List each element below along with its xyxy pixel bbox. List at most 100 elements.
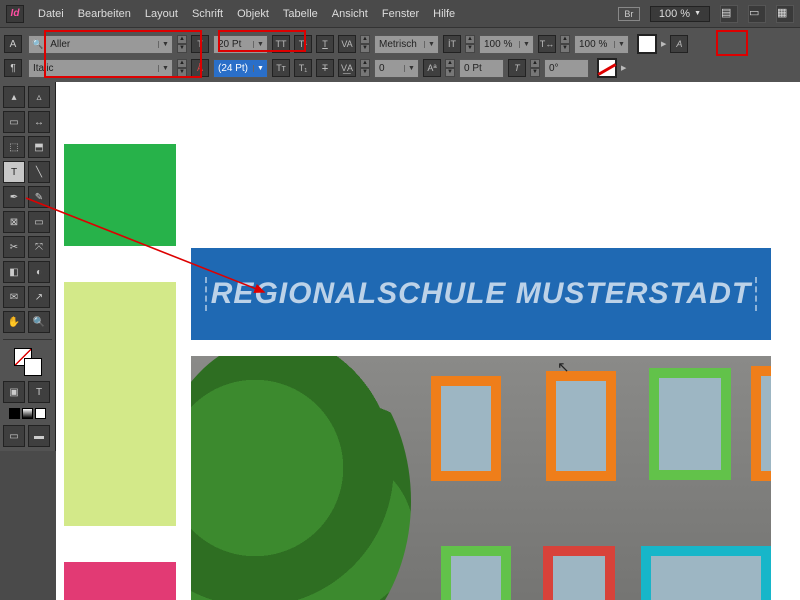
apply-color[interactable]: [9, 408, 20, 419]
shape-green[interactable]: [64, 144, 176, 246]
gradient-feather-tool[interactable]: ◐: [28, 261, 50, 283]
pencil-tool[interactable]: ✎: [28, 186, 50, 208]
baseline-spinner[interactable]: ▲▼: [445, 59, 455, 77]
bridge-button[interactable]: Br: [618, 7, 640, 21]
font-family-dropdown[interactable]: 🔍 Aller ▼: [28, 35, 173, 54]
stroke-color-swatch[interactable]: [597, 58, 617, 78]
control-bar: A 🔍 Aller ▼ ▲▼ T 20 Pt▼ TT T¹ T VA ▲▼ Me…: [0, 28, 800, 87]
kerning-spinner[interactable]: ▲▼: [360, 35, 370, 53]
arrange-docs-icon[interactable]: ▦: [776, 5, 794, 23]
document-canvas[interactable]: REGIONALSCHULE MUSTERSTADT ↖: [56, 82, 800, 600]
scale-h-dropdown[interactable]: 100 %▼: [574, 35, 629, 54]
font-size-dropdown[interactable]: 20 Pt▼: [213, 35, 268, 54]
shape-lime[interactable]: [64, 282, 176, 526]
preview-view-icon[interactable]: ▬: [28, 425, 50, 447]
page-tool[interactable]: ▭: [3, 111, 25, 133]
leading-dropdown[interactable]: (24 Pt)▼: [213, 59, 268, 78]
smallcaps-icon[interactable]: Tᴛ: [272, 59, 290, 77]
title-banner[interactable]: REGIONALSCHULE MUSTERSTADT: [191, 248, 771, 340]
leading-icon: Å: [191, 59, 209, 77]
scale-v-dropdown[interactable]: 100 %▼: [479, 35, 534, 54]
allcaps-icon[interactable]: TT: [272, 35, 290, 53]
type-tool[interactable]: T: [3, 161, 25, 183]
font-style-dropdown[interactable]: Italic▼: [28, 59, 173, 78]
scale-v-value: 100 %: [480, 39, 519, 50]
baseline-value: 0 Pt: [460, 63, 503, 74]
menu-schrift[interactable]: Schrift: [192, 8, 223, 20]
tracking-dropdown[interactable]: 0▼: [374, 59, 419, 78]
pen-tool[interactable]: ✒: [3, 186, 25, 208]
gradient-swatch-tool[interactable]: ◧: [3, 261, 25, 283]
format-text-icon[interactable]: T: [28, 381, 50, 403]
font-style-value: Italic: [29, 63, 158, 74]
transform-tool[interactable]: ⤧: [28, 236, 50, 258]
scale-v-spinner[interactable]: ▲▼: [465, 35, 475, 53]
rect-tool[interactable]: ▭: [28, 211, 50, 233]
leading-spinner[interactable]: ▲▼: [177, 59, 187, 77]
underline-icon[interactable]: T: [316, 35, 334, 53]
rect-frame-tool[interactable]: ⊠: [3, 211, 25, 233]
font-size-value: 20 Pt: [214, 39, 253, 50]
kerning-value: Metrisch: [375, 39, 424, 50]
direct-select-tool[interactable]: ▵: [28, 86, 50, 108]
scale-h-value: 100 %: [575, 39, 614, 50]
zoom-value: 100 %: [659, 8, 690, 20]
color-mode-row: [3, 408, 52, 419]
line-tool[interactable]: ╲: [28, 161, 50, 183]
menu-tabelle[interactable]: Tabelle: [283, 8, 318, 20]
menubar: Id Datei Bearbeiten Layout Schrift Objek…: [0, 0, 800, 28]
note-tool[interactable]: ✉: [3, 286, 25, 308]
menu-layout[interactable]: Layout: [145, 8, 178, 20]
window-green: [649, 368, 731, 480]
menu-fenster[interactable]: Fenster: [382, 8, 419, 20]
menu-bearbeiten[interactable]: Bearbeiten: [78, 8, 131, 20]
fill-stroke-swatch[interactable]: [14, 348, 42, 376]
menu-hilfe[interactable]: Hilfe: [433, 8, 455, 20]
selection-tool[interactable]: ▴: [3, 86, 25, 108]
window-orange-2: [546, 371, 616, 481]
kerning-icon: VA: [338, 35, 356, 53]
menu-objekt[interactable]: Objekt: [237, 8, 269, 20]
superscript-icon[interactable]: T¹: [294, 35, 312, 53]
zoom-dropdown[interactable]: 100 %▼: [650, 6, 710, 22]
zoom-tool[interactable]: 🔍: [28, 311, 50, 333]
skew-field[interactable]: 0°: [544, 59, 589, 78]
scale-h-spinner[interactable]: ▲▼: [560, 35, 570, 53]
hand-tool[interactable]: ✋: [3, 311, 25, 333]
menu-ansicht[interactable]: Ansicht: [332, 8, 368, 20]
font-size-icon: T: [191, 35, 209, 53]
fill-color-swatch[interactable]: [637, 34, 657, 54]
window-orange-3: [751, 366, 771, 481]
eyedropper-tool[interactable]: ↗: [28, 286, 50, 308]
content-placer-tool[interactable]: ⬒: [28, 136, 50, 158]
format-container-icon[interactable]: ▣: [3, 381, 25, 403]
screen-mode-icon[interactable]: ▭: [748, 5, 766, 23]
font-size-spinner[interactable]: ▲▼: [177, 35, 187, 53]
baseline-field[interactable]: 0 Pt: [459, 59, 504, 78]
character-mode-icon[interactable]: A: [4, 35, 22, 53]
window-teal: [641, 546, 771, 600]
subscript-icon[interactable]: T₁: [294, 59, 312, 77]
tool-panel: ▴▵ ▭↔ ⬚⬒ T╲ ✒✎ ⊠▭ ✂⤧ ◧◐ ✉↗ ✋🔍 ▣T ▭▬: [0, 82, 56, 451]
menu-datei[interactable]: Datei: [38, 8, 64, 20]
tracking-value: 0: [375, 63, 404, 74]
strikethrough-icon[interactable]: T: [316, 59, 334, 77]
photo-frame[interactable]: [191, 356, 771, 600]
view-options-icon[interactable]: ▤: [720, 5, 738, 23]
apply-none[interactable]: [35, 408, 46, 419]
kerning-dropdown[interactable]: Metrisch▼: [374, 35, 439, 54]
window-orange-1: [431, 376, 501, 481]
paragraph-mode-icon[interactable]: ¶: [4, 59, 22, 77]
font-family-value: Aller: [46, 39, 158, 50]
banner-text[interactable]: REGIONALSCHULE MUSTERSTADT: [205, 277, 757, 311]
skew-spinner[interactable]: ▲▼: [530, 59, 540, 77]
gap-tool[interactable]: ↔: [28, 111, 50, 133]
content-collector-tool[interactable]: ⬚: [3, 136, 25, 158]
tracking-spinner[interactable]: ▲▼: [360, 59, 370, 77]
baseline-icon: Aª: [423, 59, 441, 77]
char-style-a[interactable]: A: [670, 35, 688, 53]
normal-view-icon[interactable]: ▭: [3, 425, 25, 447]
shape-pink[interactable]: [64, 562, 176, 600]
apply-gradient[interactable]: [22, 408, 33, 419]
scissors-tool[interactable]: ✂: [3, 236, 25, 258]
